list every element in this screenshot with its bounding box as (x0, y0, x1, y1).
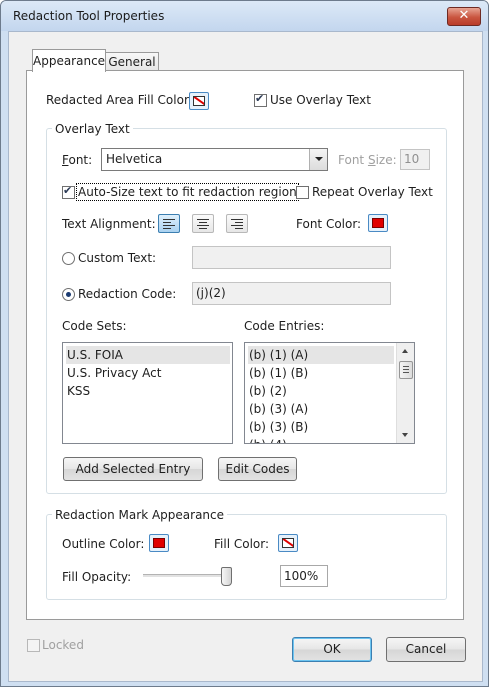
cancel-button[interactable]: Cancel (386, 637, 466, 662)
redaction-mark-group-label: Redaction Mark Appearance (52, 508, 228, 522)
tab-general-label: General (108, 55, 156, 69)
custom-text-radio[interactable] (62, 252, 75, 265)
mark-fill-color-label: Fill Color: (214, 537, 270, 551)
list-item[interactable]: KSS (66, 382, 230, 400)
tab-general[interactable]: General (105, 52, 159, 72)
text-alignment-label: Text Alignment: (62, 217, 156, 231)
font-size-input[interactable]: 10 (400, 149, 430, 170)
fill-opacity-slider-thumb[interactable] (221, 567, 232, 586)
red-color-swatch-icon (153, 538, 165, 548)
dialog-body: General Appearance Redacted Area Fill Co… (8, 31, 483, 682)
custom-text-input[interactable] (192, 246, 391, 269)
close-icon: ✕ (458, 8, 470, 23)
outline-color-label: Outline Color: (62, 537, 145, 551)
chevron-down-icon[interactable] (309, 149, 327, 170)
list-item[interactable]: (b) (2) (248, 382, 394, 400)
ok-button[interactable]: OK (292, 637, 372, 662)
list-item[interactable]: (b) (1) (B) (248, 364, 394, 382)
fill-color-label: Redacted Area Fill Color: (46, 93, 193, 107)
font-select[interactable]: Helvetica (101, 148, 328, 171)
scroll-up-icon[interactable] (397, 343, 414, 360)
code-entries-list[interactable]: (b) (1) (A) (b) (1) (B) (b) (2) (b) (3) … (244, 342, 415, 444)
use-overlay-text-label[interactable]: Use Overlay Text (270, 93, 371, 107)
overlay-text-group-label: Overlay Text (52, 122, 133, 136)
redaction-code-label[interactable]: Redaction Code: (78, 287, 176, 301)
font-select-value: Helvetica (106, 152, 163, 166)
fill-opacity-label: Fill Opacity: (62, 570, 132, 584)
repeat-overlay-checkbox[interactable] (296, 186, 309, 199)
appearance-panel: Redacted Area Fill Color: Use Overlay Te… (26, 70, 464, 620)
custom-text-label[interactable]: Custom Text: (78, 251, 156, 265)
mark-fill-color-button[interactable] (278, 534, 298, 552)
tab-appearance-label: Appearance (33, 54, 106, 68)
add-selected-entry-button[interactable]: Add Selected Entry (63, 457, 203, 481)
repeat-overlay-label[interactable]: Repeat Overlay Text (312, 185, 433, 199)
fill-opacity-input[interactable]: 100% (280, 565, 328, 587)
redaction-mark-group (46, 514, 447, 600)
no-color-swatch-icon (193, 96, 205, 106)
align-left-button[interactable] (158, 214, 180, 233)
scroll-thumb[interactable] (399, 361, 413, 379)
list-item[interactable]: (b) (3) (B) (248, 418, 394, 436)
scroll-down-icon[interactable] (397, 426, 414, 443)
align-right-button[interactable] (226, 214, 248, 233)
code-sets-list[interactable]: U.S. FOIA U.S. Privacy Act KSS (62, 342, 233, 444)
no-color-swatch-icon (282, 538, 294, 548)
auto-size-checkbox[interactable] (62, 184, 75, 199)
font-size-label: Font Size: (338, 153, 397, 167)
edit-codes-button[interactable]: Edit Codes (218, 457, 297, 481)
outline-color-button[interactable] (149, 534, 169, 552)
window-title: Redaction Tool Properties (13, 9, 165, 23)
code-sets-label: Code Sets: (62, 319, 127, 333)
list-item[interactable]: (b) (3) (A) (248, 400, 394, 418)
list-item[interactable]: U.S. Privacy Act (66, 364, 230, 382)
redaction-code-radio[interactable] (62, 288, 75, 301)
auto-size-label[interactable]: Auto-Size text to fit redaction region (76, 183, 299, 201)
code-entries-scrollbar[interactable] (396, 343, 414, 443)
list-item[interactable]: (b) (1) (A) (248, 346, 394, 364)
locked-label: Locked (42, 638, 84, 652)
font-color-button[interactable] (368, 214, 388, 232)
font-color-label: Font Color: (296, 217, 362, 231)
list-item[interactable]: (b) (4) (248, 436, 394, 443)
redaction-code-input[interactable]: (j)(2) (192, 282, 391, 305)
locked-checkbox[interactable] (27, 639, 40, 652)
use-overlay-text-checkbox[interactable] (254, 92, 267, 107)
red-color-swatch-icon (372, 218, 384, 228)
title-bar[interactable]: Redaction Tool Properties ✕ (1, 1, 488, 31)
fill-color-button[interactable] (189, 92, 209, 110)
code-entries-label: Code Entries: (244, 319, 325, 333)
align-center-button[interactable] (192, 214, 214, 233)
font-label: Font: (62, 153, 93, 167)
list-item[interactable]: U.S. FOIA (66, 346, 230, 364)
close-button[interactable]: ✕ (447, 7, 481, 26)
tab-appearance[interactable]: Appearance (32, 49, 106, 72)
fill-opacity-slider-track[interactable] (143, 574, 230, 578)
dialog-window: Redaction Tool Properties ✕ General Appe… (0, 0, 489, 687)
